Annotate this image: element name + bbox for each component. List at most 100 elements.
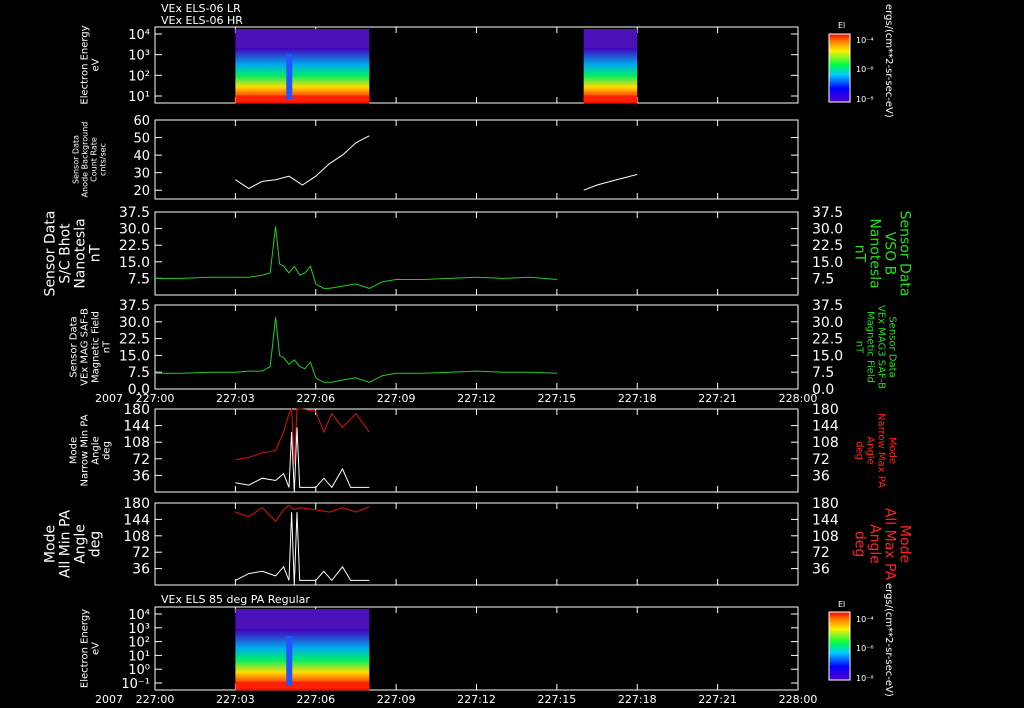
y-axis-label-line: deg	[102, 441, 113, 460]
y-axis-label-right-line: deg	[854, 441, 865, 460]
series-line	[235, 135, 370, 190]
y-tick-label-right: 30.0	[812, 315, 843, 331]
colorbar-title: El	[838, 600, 845, 609]
y-axis-label-right-line: nT	[854, 341, 865, 354]
y-tick-label: 108	[123, 435, 150, 451]
y-tick-label-right: 180	[812, 496, 839, 512]
colorbar-tick: 10⁻⁶	[856, 65, 874, 74]
y-tick-label: 10³	[128, 622, 150, 637]
y-tick-label-right: 36	[812, 468, 830, 484]
x-tick-label: 227:12	[457, 392, 496, 405]
y-tick-label-right: 30.0	[812, 222, 843, 238]
y-axis-label-right: Sensor DataVEx MAG3 SAF-BMagnetic Fieldn…	[854, 305, 898, 389]
colorbar-tick: 10⁻⁸	[856, 674, 874, 683]
series-line	[235, 427, 370, 493]
x-tick-label: 228:00	[779, 693, 818, 706]
y-tick-label: 108	[123, 529, 150, 545]
x-tick-label: 227:06	[296, 693, 335, 706]
y-axis-label: Mode Narrow Min PA Angle deg	[69, 414, 113, 486]
x-tick-label: 227:15	[538, 392, 577, 405]
y-axis-label-right-line: VEx MAG3 SAF-B	[876, 305, 887, 389]
spectrogram-high-energy	[583, 29, 638, 48]
y-axis-label-right-line: deg	[852, 531, 868, 557]
colorbar-top: El 10⁻⁴ 10⁻⁶ 10⁻⁸	[828, 21, 874, 104]
spectrogram-high-energy	[235, 609, 370, 630]
y-tick-label: 36	[132, 562, 150, 578]
y-tick-label: 10¹	[128, 90, 150, 105]
y-tick-label: 10⁴	[128, 608, 150, 623]
y-tick-label: 30.0	[119, 222, 150, 238]
y-tick-label: 144	[123, 512, 150, 528]
y-tick-label-right: 22.5	[812, 238, 843, 254]
y-tick-label-right: 7.5	[812, 271, 834, 287]
y-axis-label-right: ModeAll Max PAAngledeg	[852, 508, 913, 581]
y-tick-label: 180	[123, 496, 150, 512]
y-tick-label: 7.5	[128, 271, 150, 287]
y-tick-label: 180	[123, 402, 150, 418]
panel-frame	[154, 211, 799, 296]
y-tick-label-right: 15.0	[812, 348, 843, 364]
y-tick-label: 10¹	[128, 649, 150, 664]
y-axis-label-line: S/C Bhot	[58, 223, 74, 284]
y-tick-label-right: 108	[812, 529, 839, 545]
y-axis-label: Sensor Data Anode Background Count Rate cnt…	[72, 122, 108, 198]
header-line-2: VEx ELS-06 HR	[161, 14, 243, 27]
x-tick-label: 227:18	[618, 392, 657, 405]
panel-6: 180 180144 144108 10872 7236 36Mode All Min PA…	[43, 496, 913, 586]
y-axis-label-right-line: Sensor Data	[887, 316, 898, 377]
y-tick-label: 40	[133, 149, 150, 164]
y-tick-label: 10²	[128, 69, 150, 84]
x-tick-label: 227:03	[216, 693, 255, 706]
colorbar-tick: 10⁻⁴	[856, 615, 874, 624]
y-axis-label-line: nT	[102, 340, 113, 353]
series-line	[235, 407, 370, 465]
colorbar-tick: 10⁻⁶	[856, 644, 874, 653]
spectrogram-band	[235, 629, 370, 691]
y-tick-label-right: 72	[812, 452, 830, 468]
y-axis-label-line: eV	[91, 58, 102, 71]
y-tick-label: 10²	[128, 636, 150, 651]
y-axis-label-line: Electron Energy	[80, 609, 91, 688]
y-axis-label-right: Sensor DataVSO BNanoteslanT	[852, 211, 913, 297]
panel-frame	[154, 304, 799, 390]
spectrogram-low-energy	[235, 95, 370, 102]
y-tick-label: 15.0	[119, 348, 150, 364]
colorbar-gradient	[828, 33, 851, 103]
y-tick-label-right: 15.0	[812, 255, 843, 271]
panel-7: 10⁴10³10²10¹10⁰10⁻¹ Electron Energy eV 2007…	[80, 606, 818, 706]
y-axis-label-line: Mode	[43, 525, 59, 563]
y-axis-label-right-line: Angle	[865, 436, 876, 464]
y-axis-label-right-line: Narrow Max PA	[876, 413, 887, 488]
y-axis-label-right-line: nT	[852, 245, 868, 263]
spectrogram-high-energy	[235, 29, 370, 48]
panel-2: 60 50 40 30 20 Sensor Data Anode Background Cou…	[72, 114, 799, 200]
series-line	[583, 173, 638, 191]
y-tick-label: 10⁻¹	[121, 677, 150, 692]
series-line	[155, 317, 557, 383]
y-axis-label-line: Count Rate	[90, 137, 99, 182]
spectrogram-low-energy	[583, 95, 638, 102]
y-tick-label: 22.5	[119, 238, 150, 254]
y-tick-label: 72	[132, 452, 150, 468]
panel-5: 180 180144 144108 10872 7236 36Mode Narrow Min…	[69, 402, 898, 493]
y-axis-label: Electron Energy eV	[80, 609, 102, 688]
right-unit-label-bottom: ergs/(cm**2-sr-sec-eV)	[883, 583, 894, 697]
y-axis-label-right-line: Angle	[867, 524, 883, 564]
y-tick-label-right: 37.5	[812, 205, 843, 221]
y-axis-label-line: All Min PA	[58, 509, 74, 578]
panel-frame	[154, 408, 799, 493]
y-axis-label: Electron Energy eV	[80, 25, 102, 104]
y-tick-label: 15.0	[119, 255, 150, 271]
plot-canvas: VEx ELS-06 LR VEx ELS-06 HR VEx ELS 85 d…	[43, 2, 913, 706]
spectrogram-gap	[286, 53, 293, 100]
y-tick-label: 50	[133, 132, 150, 147]
y-axis-label-line: deg	[88, 531, 104, 557]
y-tick-label: 22.5	[119, 332, 150, 348]
panel-1: 10⁴ 10³ 10² 10¹ Electron Energy eV	[80, 25, 799, 105]
y-tick-label: 10⁴	[128, 28, 150, 43]
y-axis-label-right-line: Mode	[887, 437, 898, 464]
x-tick-label: 227:03	[216, 392, 255, 405]
y-axis-label: Sensor Data VEx MAG SAF-B Magnetic Field nT	[69, 308, 113, 386]
y-axis-label-right-line: VSO B	[882, 232, 898, 276]
y-tick-label: 30	[133, 167, 150, 182]
